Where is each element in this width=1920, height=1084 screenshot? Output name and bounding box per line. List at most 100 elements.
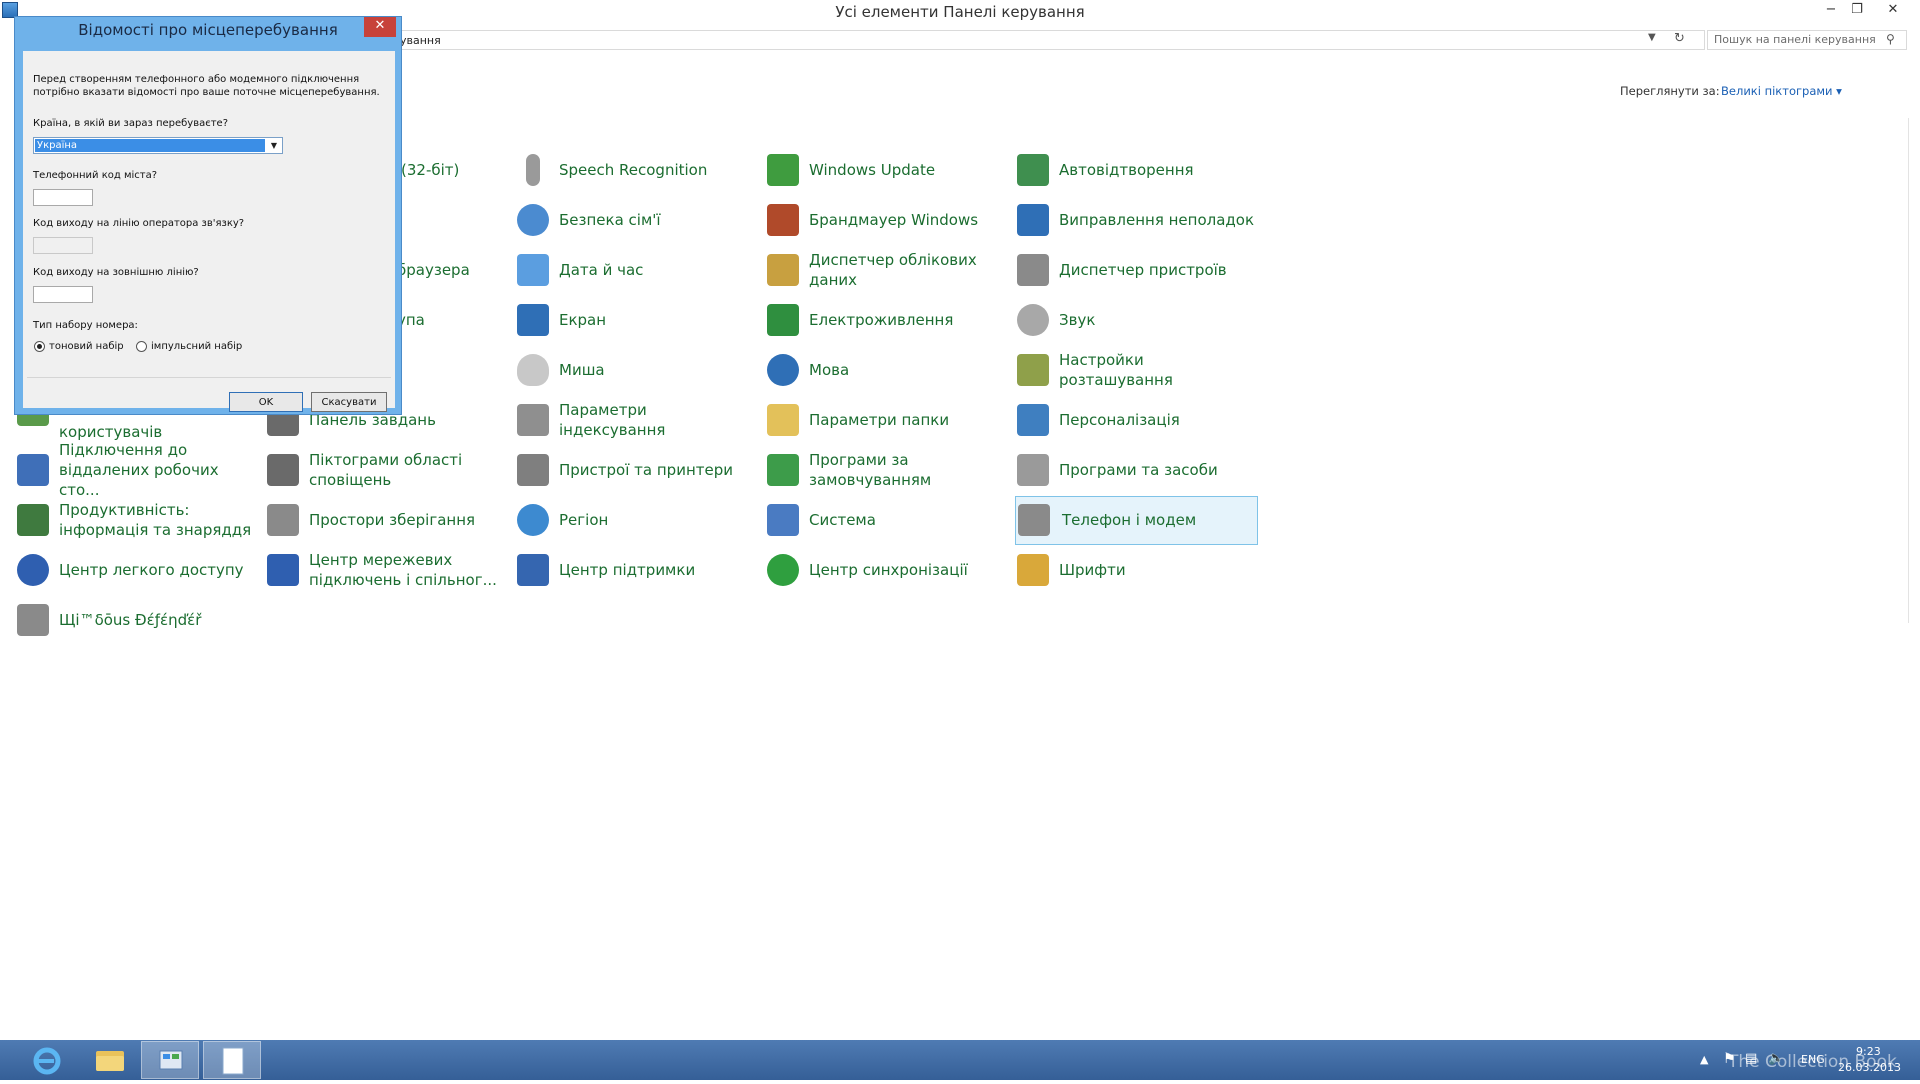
content-divider: [1908, 118, 1909, 623]
taskbar-phone-dialer[interactable]: [203, 1041, 261, 1079]
address-path-field[interactable]: ування: [395, 30, 1705, 50]
cp-item-date-time[interactable]: Дата й час: [517, 247, 757, 293]
storage-spaces-icon: [267, 504, 299, 536]
cp-item-label: Настройки розташування: [1059, 351, 1173, 389]
location-settings-icon: [1017, 354, 1049, 386]
action-center-flag-icon[interactable]: ⚑: [1723, 1051, 1736, 1067]
language-indicator[interactable]: ENG: [1801, 1053, 1825, 1066]
cp-item-label: Дата й час: [559, 261, 644, 279]
cp-item-label: Виправлення неполадок: [1059, 211, 1255, 229]
cp-item-default-programs[interactable]: Програми за замовчуванням: [767, 447, 1007, 493]
autoplay-icon: [1017, 154, 1049, 186]
cp-item-location-settings[interactable]: Настройки розташування: [1017, 347, 1257, 393]
search-icon[interactable]: ⚲: [1886, 32, 1895, 46]
cp-item-label: Програми та засоби: [1059, 461, 1218, 479]
cp-item-action-center[interactable]: Центр підтримки: [517, 547, 757, 593]
defender-icon: [17, 604, 49, 636]
cp-item-label: (32-біт): [401, 161, 460, 179]
carrier-code-input[interactable]: [33, 237, 93, 254]
cp-item-device-manager[interactable]: Диспетчер пристроїв: [1017, 247, 1257, 293]
cp-item-indexing-options[interactable]: Параметри індексування: [517, 397, 757, 443]
taskbar-control-panel[interactable]: [141, 1041, 199, 1079]
cp-item-label: Система: [809, 511, 876, 529]
cp-item-label: Персоналізація: [1059, 411, 1180, 429]
minimize-button[interactable]: −: [1818, 0, 1844, 22]
volume-icon[interactable]: 🔈: [1768, 1051, 1784, 1066]
address-history-dropdown-icon[interactable]: ▼: [1648, 32, 1656, 43]
clock-date[interactable]: 26.03.2013: [1838, 1061, 1901, 1074]
cp-item-credential-manager[interactable]: Диспетчер облікових даних: [767, 247, 1007, 293]
tone-dial-radio[interactable]: [34, 341, 45, 352]
cp-item-display[interactable]: Екран: [517, 297, 757, 343]
calendar-clock-icon: [517, 254, 549, 286]
country-select[interactable]: Україна ▼: [33, 137, 283, 154]
cp-item-autoplay[interactable]: Автовідтворення: [1017, 147, 1257, 193]
area-code-input[interactable]: [33, 189, 93, 206]
windows-update-icon: [767, 154, 799, 186]
refresh-icon[interactable]: ↻: [1674, 31, 1685, 46]
cp-item-family-safety[interactable]: Безпека сім'ї: [517, 197, 757, 243]
cp-item-mouse[interactable]: Миша: [517, 347, 757, 393]
cp-item-fonts[interactable]: Шрифти: [1017, 547, 1257, 593]
pulse-dial-radio[interactable]: [136, 341, 147, 352]
cp-item-sync-center[interactable]: Центр синхронізації: [767, 547, 1007, 593]
network-icon[interactable]: ▤: [1745, 1051, 1757, 1066]
cp-item-label: Диспетчер облікових даних: [809, 251, 977, 289]
cp-item-label: Регіон: [559, 511, 609, 529]
outside-line-input[interactable]: [33, 286, 93, 303]
family-safety-icon: [517, 204, 549, 236]
cp-item-power-options[interactable]: Електроживлення: [767, 297, 1007, 343]
cp-item-sound[interactable]: Звук: [1017, 297, 1257, 343]
cp-item-label: Автовідтворення: [1059, 161, 1194, 179]
cp-item-label: Безпека сім'ї: [559, 211, 661, 229]
cp-item-system[interactable]: Система: [767, 497, 1007, 543]
cp-item-region[interactable]: Регіон: [517, 497, 757, 543]
view-by-dropdown[interactable]: Великі піктограми ▾: [1721, 84, 1842, 98]
cp-item-notification-icons[interactable]: Піктограми області сповіщень: [267, 447, 507, 493]
ok-button[interactable]: OK: [229, 392, 303, 412]
cp-item-label: Телефон і модем: [1062, 511, 1197, 529]
cp-item-performance[interactable]: Продуктивність: інформація та знаряддя: [17, 497, 257, 543]
cp-item-windows-defender[interactable]: Щі™δōus Ðέƒέηďέř: [17, 597, 257, 643]
cp-item-label: Диспетчер пристроїв: [1059, 261, 1227, 279]
performance-icon: [17, 504, 49, 536]
fonts-icon: [1017, 554, 1049, 586]
document-icon: [222, 1047, 244, 1075]
cp-item-label: Простори зберігання: [309, 511, 476, 529]
cancel-button[interactable]: Скасувати: [311, 392, 387, 412]
cp-item-phone-modem[interactable]: Телефон і модем: [1015, 496, 1258, 545]
cp-item-speech-recognition[interactable]: Speech Recognition: [517, 147, 757, 193]
cp-item-label: Пристрої та принтери: [559, 461, 733, 479]
taskbar-file-explorer[interactable]: [80, 1041, 138, 1079]
cp-item-label: Піктограми області сповіщень: [309, 451, 463, 489]
cp-item-remote-desktop[interactable]: Підключення до віддалених робочих сто...: [17, 441, 257, 499]
restore-button[interactable]: ❐: [1844, 0, 1870, 22]
cp-item-windows-update[interactable]: Windows Update: [767, 147, 1007, 193]
cp-item-ease-of-access[interactable]: Центр легкого доступу: [17, 547, 257, 593]
cp-item-language[interactable]: Мова: [767, 347, 1007, 393]
cp-item-personalization[interactable]: Персоналізація: [1017, 397, 1257, 443]
search-input[interactable]: Пошук на панелі керування: [1707, 30, 1907, 50]
power-options-icon: [767, 304, 799, 336]
chevron-down-icon[interactable]: ▼: [267, 139, 281, 152]
tone-dial-label: тоновий набір: [49, 341, 124, 352]
programs-features-icon: [1017, 454, 1049, 486]
cp-item-windows-firewall[interactable]: Брандмауер Windows: [767, 197, 1007, 243]
cp-item-troubleshooting[interactable]: Виправлення неполадок: [1017, 197, 1257, 243]
cp-item-label: браузера: [397, 261, 470, 279]
clock-time[interactable]: 9:23: [1856, 1045, 1881, 1058]
troubleshooting-icon: [1017, 204, 1049, 236]
dialog-close-button[interactable]: ✕: [364, 17, 396, 37]
taskbar-internet-explorer[interactable]: [18, 1041, 76, 1079]
cp-item-label: Програми за замовчуванням: [809, 451, 932, 489]
show-hidden-icons-icon[interactable]: ▲: [1700, 1053, 1708, 1066]
cp-item-programs-features[interactable]: Програми та засоби: [1017, 447, 1257, 493]
default-programs-icon: [767, 454, 799, 486]
cp-item-storage-spaces[interactable]: Простори зберігання: [267, 497, 507, 543]
close-button[interactable]: ✕: [1880, 0, 1906, 22]
phone-modem-icon: [1018, 504, 1050, 536]
cp-item-folder-options[interactable]: Параметри папки: [767, 397, 1007, 443]
cp-item-network-center[interactable]: Центр мережевих підключень і спільног...: [267, 547, 507, 593]
cp-item-label: Звук: [1059, 311, 1096, 329]
cp-item-devices-printers[interactable]: Пристрої та принтери: [517, 447, 757, 493]
